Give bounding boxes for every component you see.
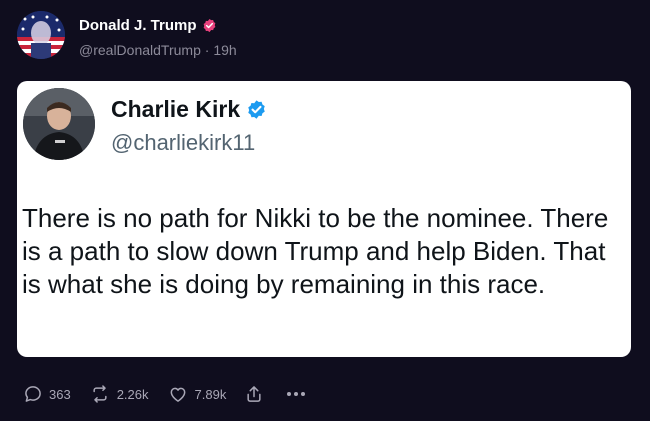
- post-time[interactable]: 19h: [213, 42, 236, 58]
- embed-author-handle[interactable]: @charliekirk11: [111, 130, 255, 156]
- repost-button[interactable]: 2.26k: [89, 384, 149, 404]
- author-name[interactable]: Donald J. Trump: [79, 17, 217, 34]
- embed-author-name-text: Charlie Kirk: [111, 96, 241, 122]
- post-header: Donald J. Trump @realDonaldTrump · 19h: [17, 11, 617, 63]
- embed-tweet-text: There is no path for Nikki to be the nom…: [22, 203, 609, 299]
- reply-count: 363: [49, 386, 71, 402]
- repost-count: 2.26k: [116, 386, 149, 402]
- verified-blue-icon: [248, 100, 265, 119]
- embed-author-name[interactable]: Charlie Kirk: [111, 96, 267, 123]
- share-button[interactable]: [244, 383, 264, 405]
- more-button[interactable]: [286, 390, 306, 398]
- verified-badge-icon: [203, 18, 215, 33]
- embed-avatar: [23, 88, 95, 160]
- like-button[interactable]: 7.89k: [167, 384, 227, 404]
- like-icon: [170, 387, 185, 402]
- author-handle[interactable]: @realDonaldTrump: [79, 42, 201, 58]
- avatar[interactable]: [17, 11, 65, 59]
- embedded-tweet-card[interactable]: Charlie Kirk @charliekirk11 There is no …: [17, 81, 631, 357]
- meta-separator: ·: [204, 42, 210, 58]
- like-count: 7.89k: [194, 386, 227, 402]
- repost-icon: [93, 385, 107, 403]
- action-bar: 363 2.26k 7.89k: [23, 381, 324, 407]
- author-meta: @realDonaldTrump · 19h: [79, 42, 237, 58]
- avatar-flag-icon: [17, 11, 65, 59]
- embed-avatar-photo-icon: [23, 88, 95, 160]
- more-icon: [287, 392, 306, 396]
- share-icon: [247, 386, 261, 402]
- author-name-text: Donald J. Trump: [79, 17, 197, 34]
- reply-icon: [25, 386, 41, 402]
- reply-button[interactable]: 363: [23, 384, 71, 404]
